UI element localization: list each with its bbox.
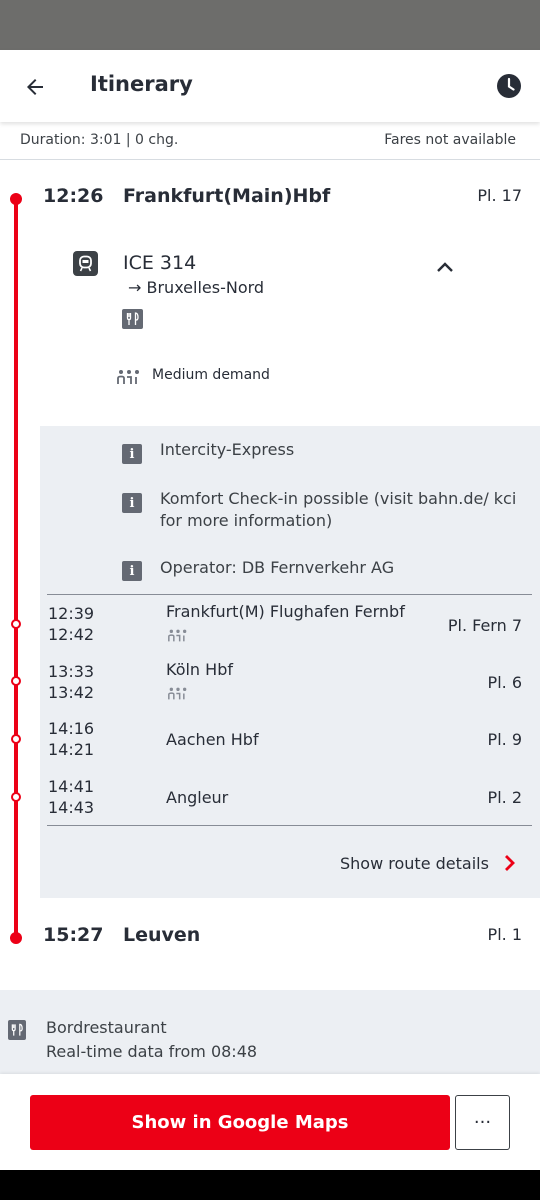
- arrow-left-icon: [27, 79, 43, 95]
- clock-icon[interactable]: [496, 73, 522, 99]
- demand-icon: [168, 629, 187, 642]
- train-direction: → Bruxelles-Nord: [128, 278, 264, 297]
- stop-station: Aachen Hbf: [166, 730, 259, 749]
- stop-dot: [11, 734, 21, 744]
- bottom-action-bar: Show in Google Maps ···: [0, 1074, 540, 1170]
- destination-time: 15:27: [43, 924, 104, 946]
- train-details-panel: i Intercity-Express i Komfort Check-in p…: [40, 426, 540, 898]
- restaurant-icon: [8, 1020, 26, 1040]
- arrow-right-icon: →: [128, 278, 147, 297]
- departure-time: 13:42: [48, 683, 95, 702]
- info-icon: i: [122, 444, 142, 464]
- destination-platform: Pl. 1: [487, 925, 522, 944]
- status-bar: [0, 0, 540, 50]
- show-route-details-link[interactable]: Show route details: [340, 854, 489, 873]
- destination-station: Leuven: [123, 924, 201, 946]
- departure-time: 14:43: [48, 798, 95, 817]
- info-text: Intercity-Express: [160, 440, 295, 459]
- demand-icon: [117, 370, 139, 384]
- departure-time: 14:21: [48, 740, 95, 759]
- timeline-line: [14, 198, 18, 938]
- stop-time: 14:16 14:21: [48, 718, 94, 760]
- info-text: Komfort Check-in possible (visit bahn.de…: [160, 489, 517, 530]
- arrival-time: 14:41: [48, 777, 95, 796]
- origin-platform: Pl. 17: [477, 186, 522, 205]
- demand-text: Medium demand: [152, 367, 270, 383]
- info-icon: i: [122, 561, 142, 581]
- stop-platform: Pl. 2: [487, 788, 522, 807]
- more-options-button[interactable]: ···: [455, 1095, 510, 1150]
- stop-dot: [11, 676, 21, 686]
- stop-platform: Pl. 6: [487, 673, 522, 692]
- footer-realtime-text: Real-time data from 08:48: [46, 1042, 258, 1061]
- stop-station: Köln Hbf: [166, 660, 233, 679]
- destination-dot: [10, 932, 22, 944]
- stop-station: Angleur: [166, 788, 229, 807]
- departure-time: 12:42: [48, 625, 95, 644]
- origin-time: 12:26: [43, 185, 104, 207]
- stop-platform: Pl. 9: [487, 730, 522, 749]
- info-icon: i: [122, 493, 142, 513]
- chevron-right-icon[interactable]: [502, 853, 518, 873]
- system-nav-bar: [0, 1170, 540, 1200]
- back-button[interactable]: [18, 70, 52, 104]
- divider: [47, 594, 532, 595]
- arrival-time: 14:16: [48, 719, 95, 738]
- stop-dot: [11, 619, 21, 629]
- divider: [47, 825, 532, 826]
- stop-platform: Pl. Fern 7: [447, 616, 522, 635]
- footer-info: Bordrestaurant Real-time data from 08:48: [0, 990, 540, 1074]
- journey-summary: Duration: 3:01 | 0 chg. Fares not availa…: [0, 122, 540, 160]
- demand-icon: [168, 687, 187, 700]
- stop-station: Frankfurt(M) Flughafen Fernbf: [166, 602, 405, 621]
- stop-time: 13:33 13:42: [48, 661, 94, 703]
- origin-station: Frankfurt(Main)Hbf: [123, 185, 331, 207]
- footer-restaurant-text: Bordrestaurant: [46, 1018, 167, 1037]
- train-icon: [73, 251, 98, 276]
- direction-label: Bruxelles-Nord: [146, 278, 265, 297]
- origin-dot: [10, 193, 22, 205]
- show-in-google-maps-button[interactable]: Show in Google Maps: [30, 1095, 450, 1150]
- stop-time: 12:39 12:42: [48, 603, 94, 645]
- arrival-time: 12:39: [48, 604, 95, 623]
- app-bar: Itinerary: [0, 50, 540, 122]
- train-name: ICE 314: [123, 252, 197, 274]
- duration-text: Duration: 3:01 | 0 chg.: [20, 132, 179, 148]
- fares-text: Fares not available: [384, 132, 516, 148]
- stop-time: 14:41 14:43: [48, 776, 94, 818]
- chevron-up-icon[interactable]: [434, 258, 456, 276]
- restaurant-icon: [122, 309, 143, 329]
- info-text: Operator: DB Fernverkehr AG: [160, 558, 395, 577]
- arrival-time: 13:33: [48, 662, 95, 681]
- stop-dot: [11, 792, 21, 802]
- page-title: Itinerary: [90, 72, 193, 96]
